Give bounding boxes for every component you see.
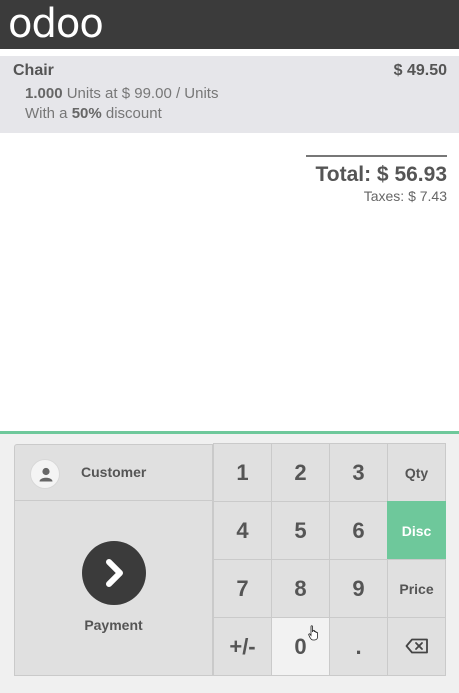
payment-label: Payment <box>84 617 143 633</box>
numpad-key-5[interactable]: 5 <box>271 501 330 560</box>
line-quantity-info: 1.000 Units at $ 99.00 / Units <box>25 85 218 102</box>
line-discount-info: With a 50% discount <box>25 105 162 122</box>
mode-price-button[interactable]: Price <box>387 559 446 618</box>
line-discount: 50% <box>71 105 102 122</box>
decimal-point-button[interactable]: . <box>329 617 388 676</box>
line-quantity: 1.000 <box>25 85 63 102</box>
action-panel: Customer Payment <box>14 444 214 676</box>
numpad-key-6[interactable]: 6 <box>329 501 388 560</box>
chevron-right-icon <box>82 541 146 605</box>
numpad-key-4[interactable]: 4 <box>213 501 272 560</box>
numpad-key-1[interactable]: 1 <box>213 443 272 502</box>
mode-qty-button[interactable]: Qty <box>387 443 446 502</box>
action-pad: Customer Payment 1 2 3 Qty 4 5 6 Disc 7 … <box>0 431 459 693</box>
customer-button[interactable]: Customer <box>14 444 213 501</box>
hand-cursor-icon <box>308 625 318 641</box>
numpad-key-2[interactable]: 2 <box>271 443 330 502</box>
person-icon <box>30 459 60 489</box>
payment-button[interactable]: Payment <box>14 501 213 676</box>
product-name: Chair <box>13 62 54 79</box>
mode-disc-button[interactable]: Disc <box>387 501 446 560</box>
backspace-button[interactable] <box>387 617 446 676</box>
customer-label: Customer <box>81 464 147 480</box>
sign-toggle-button[interactable]: +/- <box>213 617 272 676</box>
odoo-logo: odoo <box>8 1 104 47</box>
numpad-key-0[interactable]: 0 <box>271 617 330 676</box>
line-unit-price: Units at $ 99.00 / Units <box>62 85 219 102</box>
numpad-key-3[interactable]: 3 <box>329 443 388 502</box>
order-line-selected[interactable]: Chair $ 49.50 1.000 Units at $ 99.00 / U… <box>0 56 459 133</box>
numpad-key-9[interactable]: 9 <box>329 559 388 618</box>
numpad: 1 2 3 Qty 4 5 6 Disc 7 8 9 Price +/- 0 . <box>213 443 446 676</box>
numpad-key-8[interactable]: 8 <box>271 559 330 618</box>
order-total: Total: $ 56.93 <box>315 163 448 186</box>
line-price: $ 49.50 <box>393 62 447 79</box>
order-summary: Total: $ 56.93 Taxes: $ 7.43 <box>306 155 447 204</box>
top-bar: odoo <box>0 0 459 49</box>
backspace-icon <box>405 634 429 660</box>
order-taxes: Taxes: $ 7.43 <box>363 188 447 204</box>
numpad-key-7[interactable]: 7 <box>213 559 272 618</box>
